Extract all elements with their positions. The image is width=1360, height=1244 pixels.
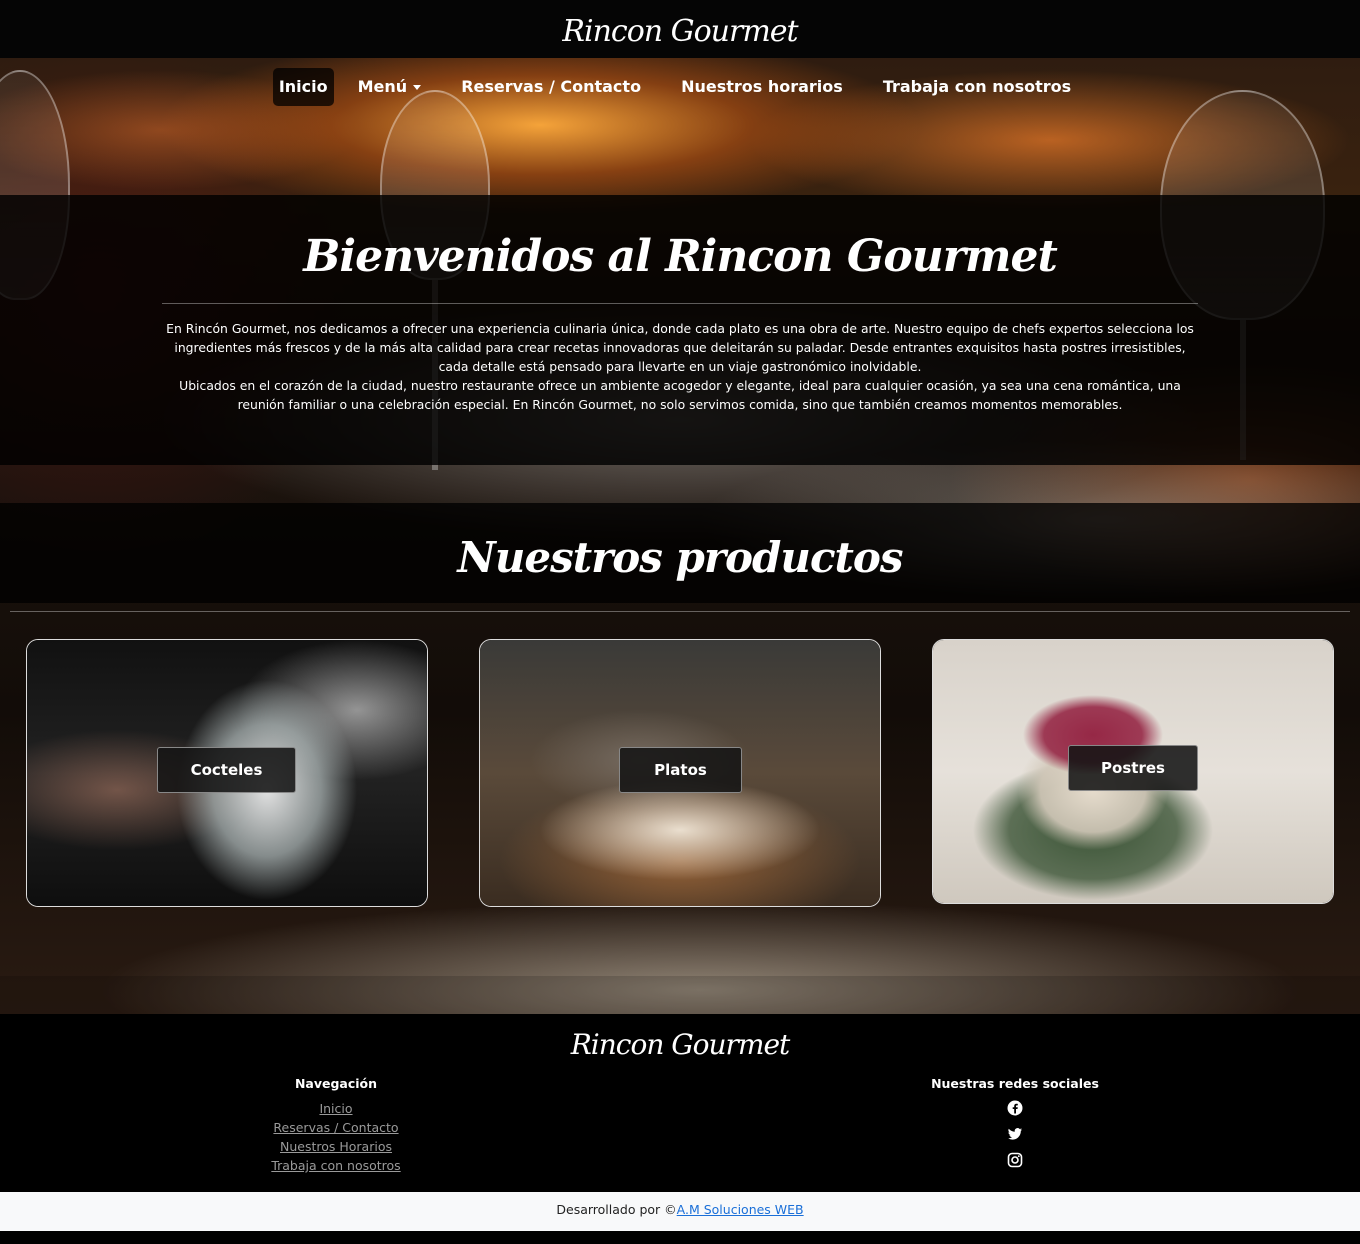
product-card-cocteles[interactable]: Cocteles xyxy=(26,639,428,907)
footer-link-horarios[interactable]: Nuestros Horarios xyxy=(236,1137,436,1156)
divider xyxy=(162,303,1198,304)
credit-link[interactable]: A.M Soluciones WEB xyxy=(677,1202,804,1217)
main-nav: Inicio Menú Reservas / Contacto Nuestros… xyxy=(0,68,1360,106)
footer-brand: Rincon Gourmet xyxy=(570,1028,791,1061)
nav-item-trabaja[interactable]: Trabaja con nosotros xyxy=(875,68,1079,106)
welcome-title: Bienvenidos al Rincon Gourmet xyxy=(303,231,1058,282)
welcome-paragraph: Ubicados en el corazón de la ciudad, nue… xyxy=(179,378,1181,412)
facebook-icon[interactable] xyxy=(1007,1100,1023,1116)
platos-button[interactable]: Platos xyxy=(619,747,742,793)
decor-band xyxy=(0,976,1360,1014)
welcome-text: En Rincón Gourmet, nos dedicamos a ofrec… xyxy=(162,319,1198,414)
footer-link-trabaja[interactable]: Trabaja con nosotros xyxy=(236,1156,436,1175)
credit-bar: Desarrollado por ©A.M Soluciones WEB xyxy=(0,1192,1360,1231)
welcome-paragraph: En Rincón Gourmet, nos dedicamos a ofrec… xyxy=(166,321,1194,374)
welcome-section: Bienvenidos al Rincon Gourmet En Rincón … xyxy=(0,195,1360,465)
products-title: Nuestros productos xyxy=(457,533,903,582)
footer-link-inicio[interactable]: Inicio xyxy=(236,1099,436,1118)
product-card-postres[interactable]: Postres xyxy=(932,639,1334,904)
divider xyxy=(10,611,1350,612)
instagram-icon[interactable] xyxy=(1007,1152,1023,1168)
footer-link-reservas[interactable]: Reservas / Contacto xyxy=(236,1118,436,1137)
footer: Rincon Gourmet Navegación Inicio Reserva… xyxy=(0,1014,1360,1192)
footer-social-heading: Nuestras redes sociales xyxy=(931,1076,1099,1091)
credit-prefix: Desarrollado por © xyxy=(556,1202,677,1217)
brand-logo[interactable]: Rincon Gourmet xyxy=(0,14,1360,49)
nav-item-horarios[interactable]: Nuestros horarios xyxy=(673,68,851,106)
footer-social-column: Nuestras redes sociales xyxy=(915,1076,1115,1178)
product-card-platos[interactable]: Platos xyxy=(479,639,881,907)
postres-button[interactable]: Postres xyxy=(1068,745,1198,791)
page-end-bar xyxy=(0,1231,1360,1244)
footer-nav-heading: Navegación xyxy=(294,1076,378,1091)
caret-down-icon xyxy=(413,85,422,90)
footer-nav-column: Navegación Inicio Reservas / Contacto Nu… xyxy=(236,1076,436,1175)
cocteles-button[interactable]: Cocteles xyxy=(157,747,296,793)
nav-item-reservas[interactable]: Reservas / Contacto xyxy=(453,68,649,106)
twitter-icon[interactable] xyxy=(1007,1126,1023,1142)
nav-item-menu[interactable]: Menú xyxy=(350,68,430,106)
nav-item-inicio[interactable]: Inicio xyxy=(272,68,334,106)
